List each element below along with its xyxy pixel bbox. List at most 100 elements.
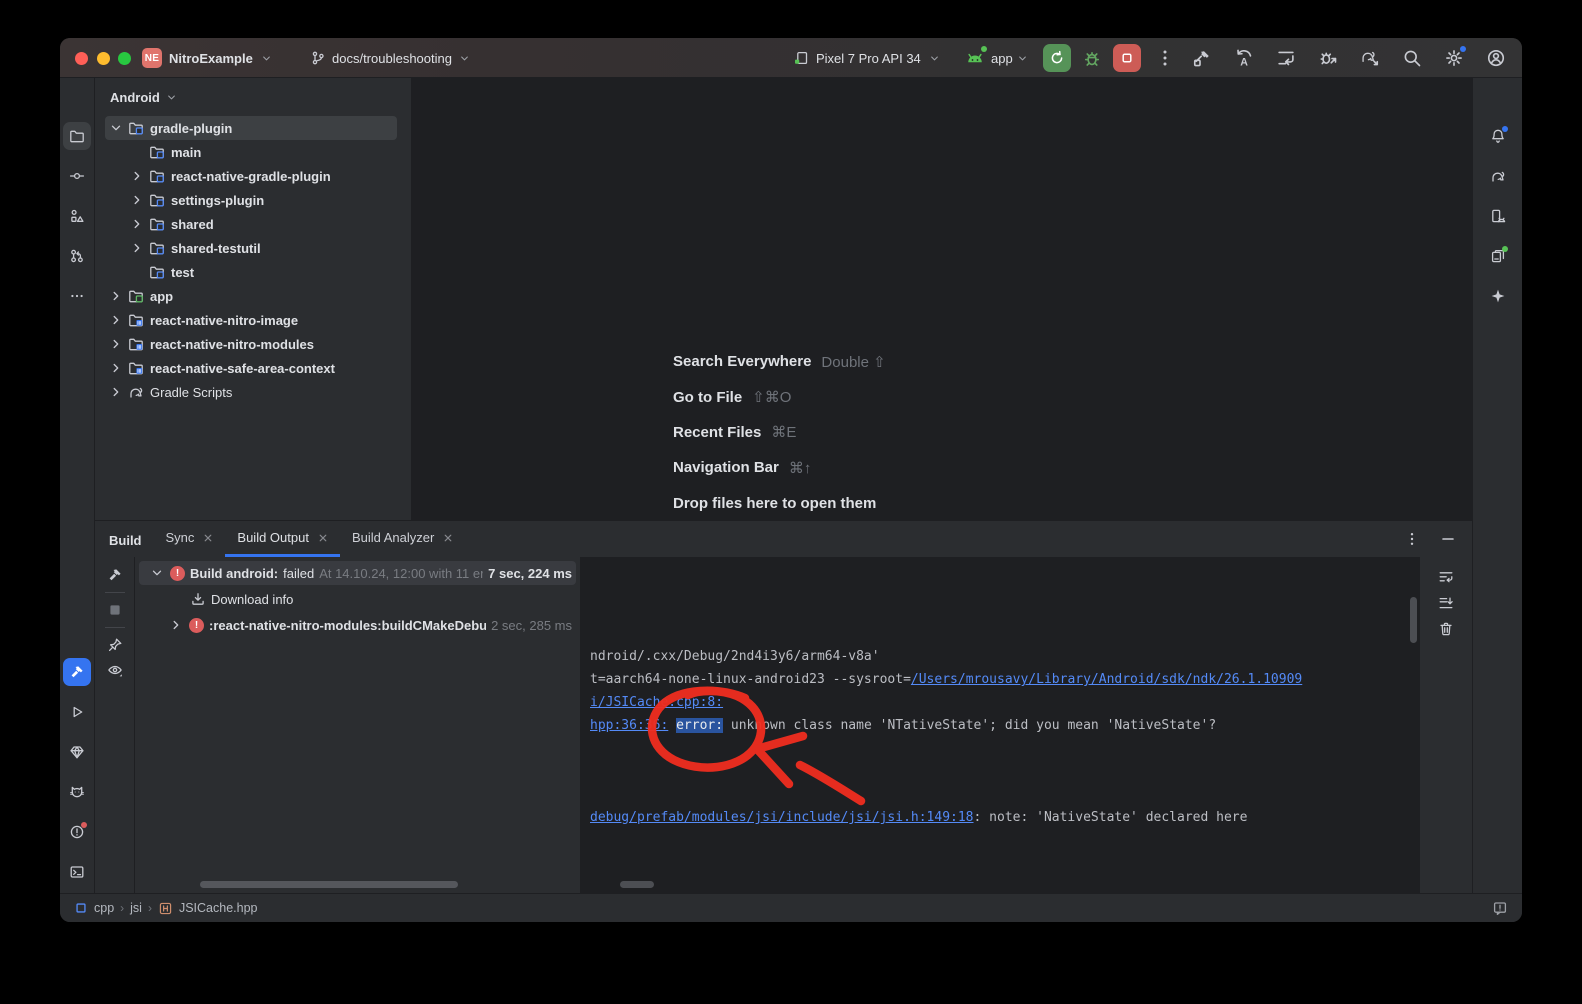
more-tool-windows-button[interactable]	[63, 282, 91, 310]
settings-icon[interactable]	[1444, 48, 1464, 68]
file-link[interactable]: /Users/mrousavy/Library/Android/sdk/ndk/…	[911, 672, 1302, 687]
more-actions-icon[interactable]	[1155, 48, 1175, 68]
logcat-tool-button[interactable]	[63, 778, 91, 806]
chevron-collapsed-icon[interactable]	[108, 336, 124, 352]
tab-build-analyzer[interactable]: Build Analyzer	[340, 521, 465, 557]
file-link[interactable]: hpp:36:36:	[590, 718, 668, 733]
gradle-sync-icon[interactable]	[1360, 48, 1380, 68]
module-folder-icon	[149, 264, 165, 280]
search-icon[interactable]	[1402, 48, 1422, 68]
restart-build-icon[interactable]	[107, 567, 123, 583]
tree-item-main[interactable]: main	[95, 140, 411, 164]
project-widget[interactable]: NE NitroExample	[142, 38, 273, 78]
module-folder-icon	[149, 216, 165, 232]
build-icon[interactable]	[1192, 48, 1212, 68]
file-link[interactable]: i/JSICache.cpp:8:	[590, 695, 723, 710]
chevron-collapsed-icon[interactable]	[108, 288, 124, 304]
horizontal-scrollbar[interactable]	[620, 881, 654, 888]
chevron-expanded-icon[interactable]	[108, 120, 124, 136]
run-icon	[69, 704, 85, 720]
chevron-collapsed-icon[interactable]	[129, 168, 145, 184]
tree-item-react-native-safe-area-context[interactable]: react-native-safe-area-context	[95, 356, 411, 380]
minimize-window-button[interactable]	[97, 52, 110, 65]
tree-item-gradle-plugin[interactable]: gradle-plugin	[95, 116, 411, 140]
running-devices-tool-button[interactable]	[1484, 242, 1512, 270]
structure-tool-button[interactable]	[63, 202, 91, 230]
pin-tab-icon[interactable]	[107, 637, 123, 653]
build-cmake-task-row[interactable]: ! :react-native-nitro-modules:buildCMake…	[135, 612, 580, 638]
attach-debugger-icon[interactable]	[1318, 48, 1338, 68]
commit-icon	[69, 168, 85, 184]
build-root-status: failed	[283, 566, 314, 581]
stop-button[interactable]	[1113, 44, 1141, 72]
close-icon[interactable]	[443, 533, 453, 543]
project-view-selector[interactable]: Android	[95, 78, 411, 116]
breadcrumb[interactable]: jsi	[130, 901, 142, 915]
branch-widget[interactable]: docs/troubleshooting	[310, 38, 471, 78]
device-manager-tool-button[interactable]	[1484, 202, 1512, 230]
build-root-row[interactable]: ! Build android: failed At 14.10.24, 12:…	[135, 560, 580, 586]
problems-tool-button[interactable]	[63, 818, 91, 846]
tree-item-gradle-scripts[interactable]: Gradle Scripts	[95, 380, 411, 404]
tab-sync[interactable]: Sync	[154, 521, 226, 557]
tree-item-test[interactable]: test	[95, 260, 411, 284]
scroll-to-end-icon[interactable]	[1438, 595, 1454, 611]
chevron-collapsed-icon[interactable]	[108, 384, 124, 400]
vertical-scrollbar[interactable]	[1410, 597, 1417, 643]
apply-code-changes-icon[interactable]	[1276, 48, 1296, 68]
build-download-info-row[interactable]: Download info	[135, 586, 580, 612]
horizontal-scrollbar[interactable]	[200, 881, 458, 888]
tree-item-react-native-gradle-plugin[interactable]: react-native-gradle-plugin	[95, 164, 411, 188]
breadcrumb[interactable]: JSICache.hpp	[179, 901, 258, 915]
pull-requests-tool-button[interactable]	[63, 242, 91, 270]
gemini-tool-button[interactable]	[1484, 282, 1512, 310]
chevron-expanded-icon[interactable]	[149, 565, 165, 581]
chevron-collapsed-icon[interactable]	[108, 360, 124, 376]
chevron-collapsed-icon[interactable]	[129, 240, 145, 256]
app-inspection-tool-button[interactable]	[63, 738, 91, 766]
project-folder-icon	[69, 128, 85, 144]
macos-traffic-lights	[75, 38, 131, 78]
rerun-button[interactable]	[1043, 44, 1071, 72]
view-options-icon[interactable]	[107, 662, 123, 678]
tree-item-react-native-nitro-modules[interactable]: react-native-nitro-modules	[95, 332, 411, 356]
error-icon: !	[189, 618, 204, 633]
chevron-down-icon[interactable]	[1016, 52, 1029, 65]
chevron-collapsed-icon[interactable]	[108, 312, 124, 328]
soft-wrap-icon[interactable]	[1438, 569, 1454, 585]
panel-options-icon[interactable]	[1404, 531, 1420, 547]
file-link[interactable]: debug/prefab/modules/jsi/include/jsi/jsi…	[590, 810, 974, 825]
terminal-tool-button[interactable]	[63, 858, 91, 886]
clear-all-icon[interactable]	[1438, 621, 1454, 637]
tree-item-settings-plugin[interactable]: settings-plugin	[95, 188, 411, 212]
device-selector[interactable]: Pixel 7 Pro API 34	[793, 38, 941, 78]
event-log-icon[interactable]	[1492, 900, 1508, 916]
tree-item-react-native-nitro-image[interactable]: react-native-nitro-image	[95, 308, 411, 332]
close-window-button[interactable]	[75, 52, 88, 65]
chevron-collapsed-icon[interactable]	[168, 617, 184, 633]
gradle-tool-button[interactable]	[1484, 162, 1512, 190]
run-tool-button[interactable]	[63, 698, 91, 726]
tab-build-output[interactable]: Build Output	[225, 521, 340, 557]
console-line: hpp:36:36: error: unknown class name 'NT…	[590, 714, 1420, 737]
chevron-collapsed-icon[interactable]	[129, 192, 145, 208]
tree-item-app[interactable]: app	[95, 284, 411, 308]
zoom-window-button[interactable]	[118, 52, 131, 65]
commit-tool-button[interactable]	[63, 162, 91, 190]
notifications-tool-button[interactable]	[1484, 122, 1512, 150]
hide-panel-icon[interactable]	[1440, 531, 1456, 547]
run-configuration[interactable]: app	[991, 51, 1013, 66]
tree-item-shared-testutil[interactable]: shared-testutil	[95, 236, 411, 260]
tree-item-shared[interactable]: shared	[95, 212, 411, 236]
debug-button[interactable]	[1082, 48, 1102, 68]
build-tool-button[interactable]	[63, 658, 91, 686]
breadcrumb[interactable]: cpp	[94, 901, 114, 915]
close-icon[interactable]	[318, 533, 328, 543]
more-icon	[69, 288, 85, 304]
profile-icon[interactable]	[1486, 48, 1506, 68]
close-icon[interactable]	[203, 533, 213, 543]
stop-build-icon[interactable]	[107, 602, 123, 618]
chevron-collapsed-icon[interactable]	[129, 216, 145, 232]
project-tool-button[interactable]	[63, 122, 91, 150]
apply-changes-icon[interactable]: A	[1234, 48, 1254, 68]
